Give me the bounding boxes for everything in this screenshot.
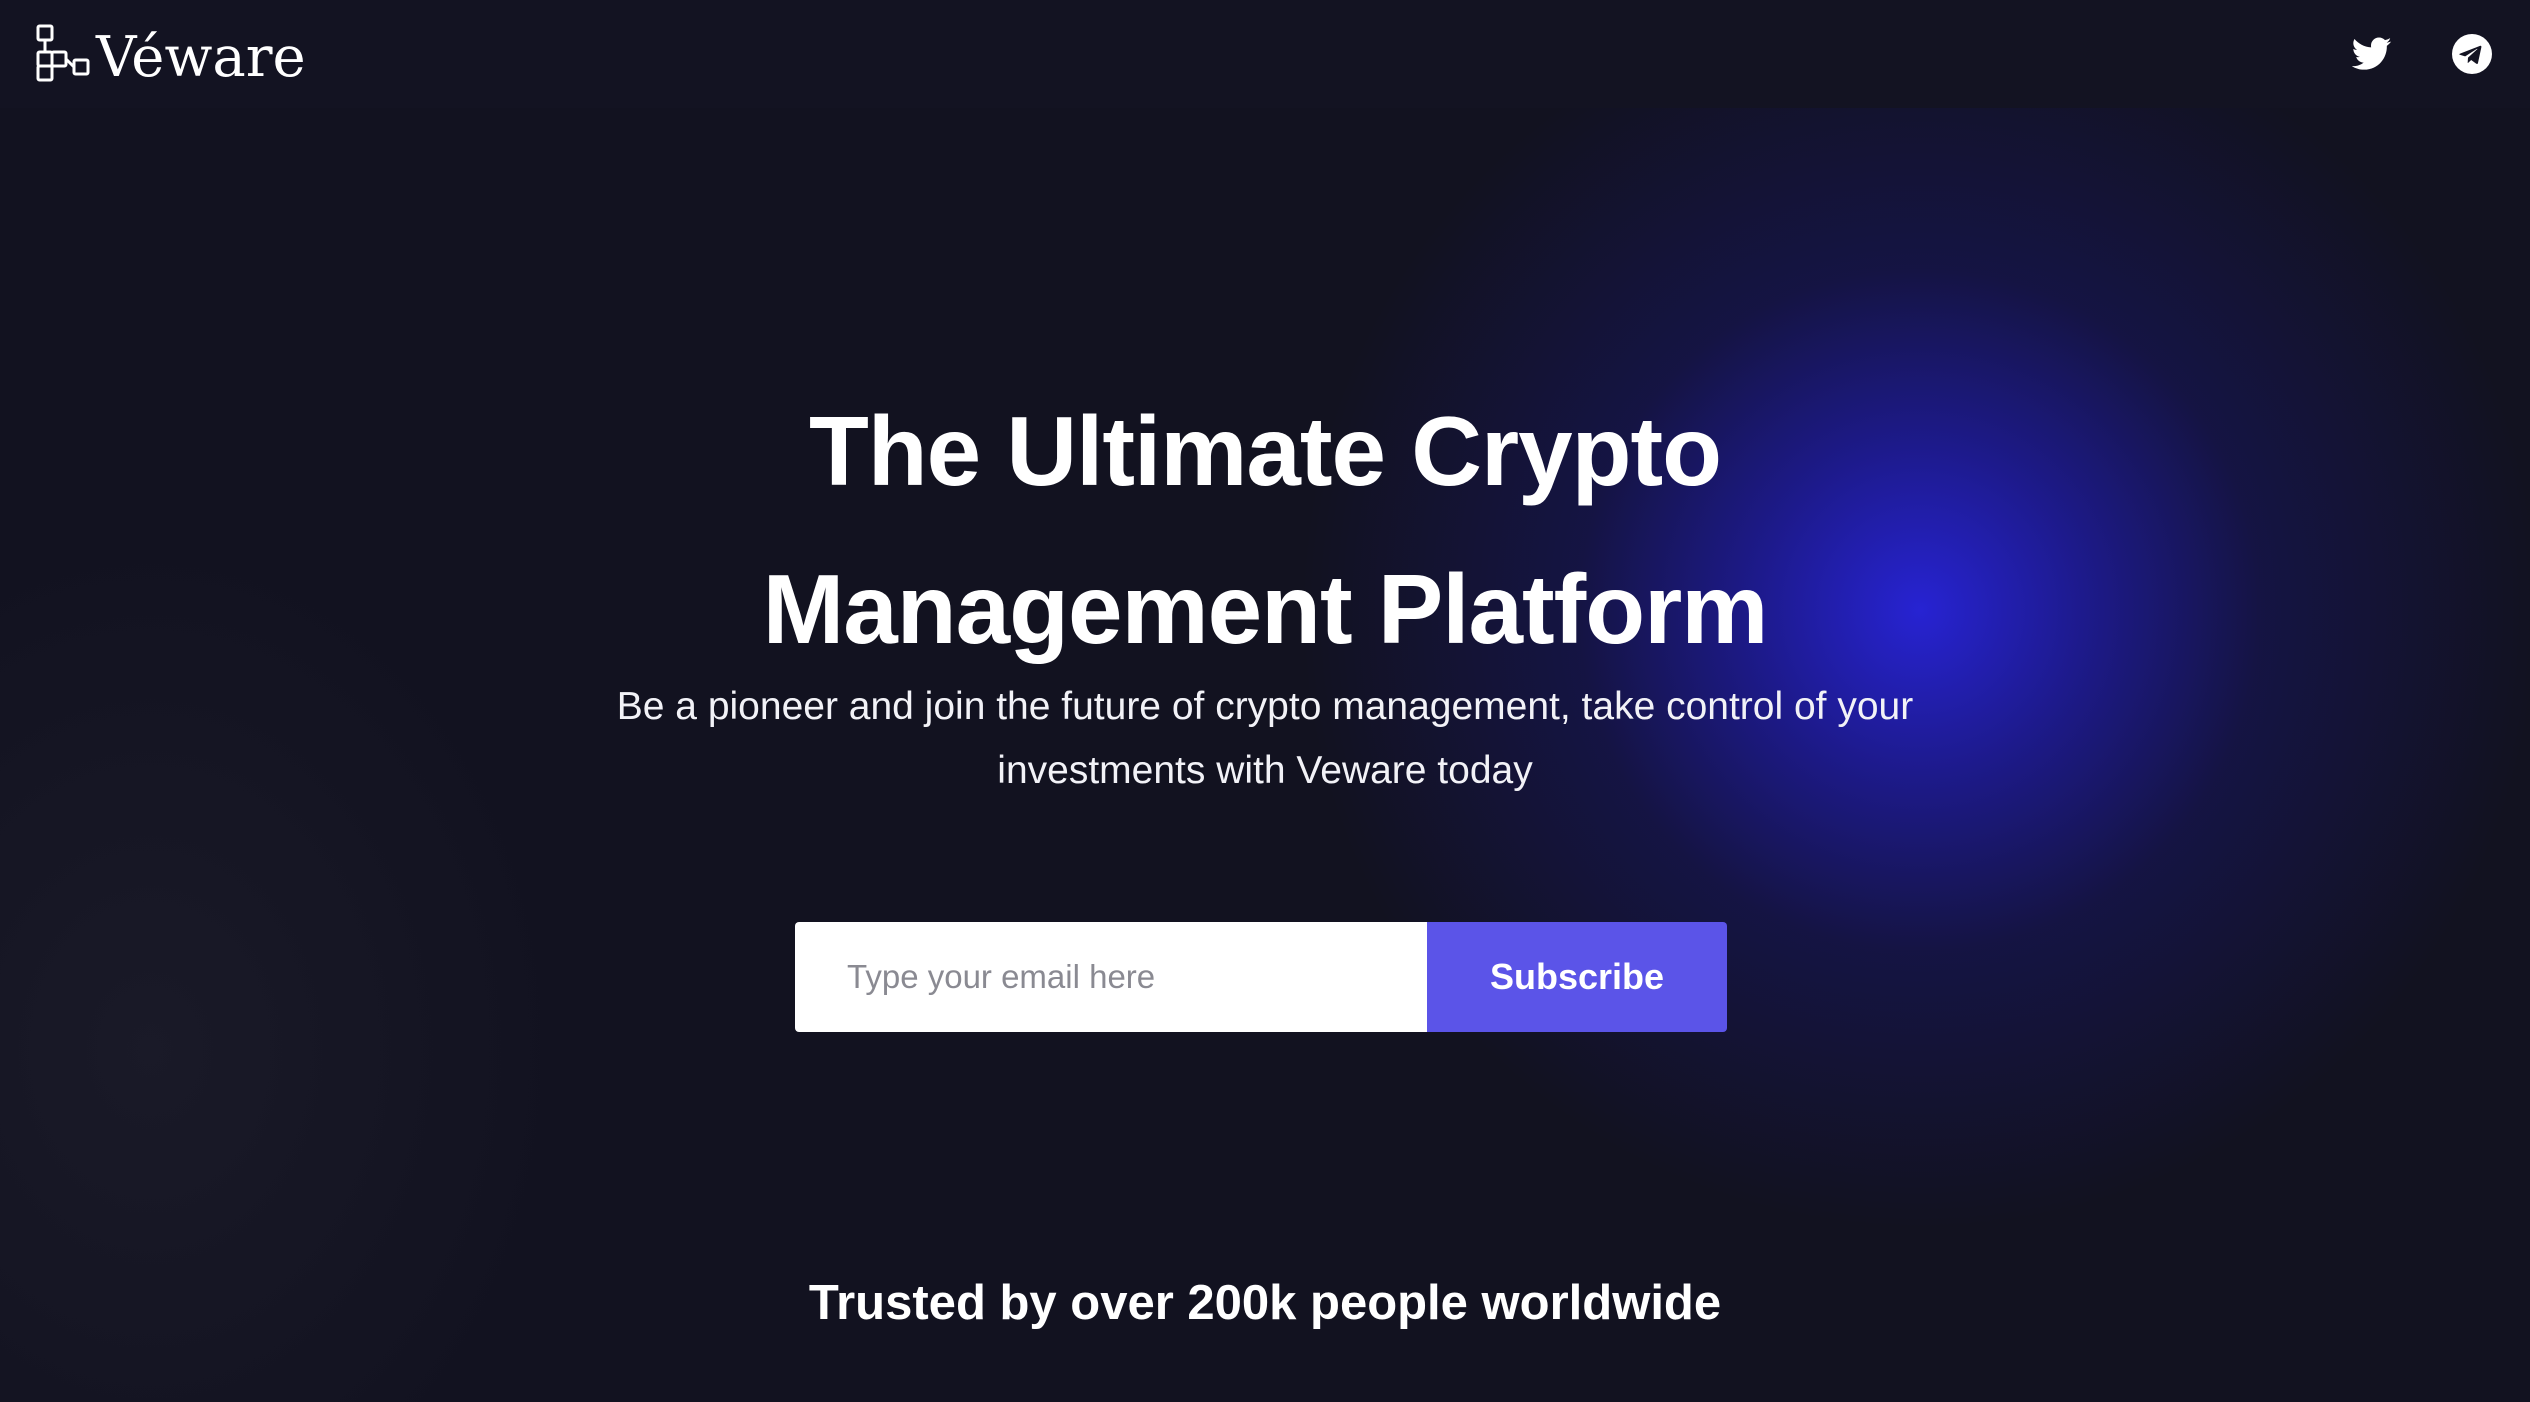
- subscribe-button[interactable]: Subscribe: [1427, 922, 1727, 1032]
- top-navbar: Véware: [0, 0, 2530, 108]
- trusted-by-text: Trusted by over 200k people worldwide: [808, 1276, 1722, 1330]
- hero-subtitle: Be a pioneer and join the future of cryp…: [616, 685, 1914, 792]
- hero-headline: The Ultimate Crypto Management Platform: [0, 372, 2530, 688]
- twitter-link[interactable]: [2348, 30, 2396, 78]
- landing-page: Véware The Ultimate Crypto Management Pl…: [0, 0, 2530, 1402]
- logo-icon: [36, 24, 90, 82]
- twitter-icon: [2352, 37, 2392, 70]
- subscribe-form: Subscribe: [795, 922, 1727, 1032]
- telegram-link[interactable]: [2448, 30, 2496, 78]
- email-input[interactable]: [795, 922, 1427, 1032]
- headline-line-2: Management Platform: [762, 554, 1769, 664]
- social-links: [2348, 30, 2496, 78]
- telegram-icon: [2452, 34, 2492, 74]
- brand-name: Véware: [96, 25, 306, 90]
- brand-logo[interactable]: Véware: [34, 16, 306, 92]
- headline-line-1: The Ultimate Crypto: [808, 396, 1722, 506]
